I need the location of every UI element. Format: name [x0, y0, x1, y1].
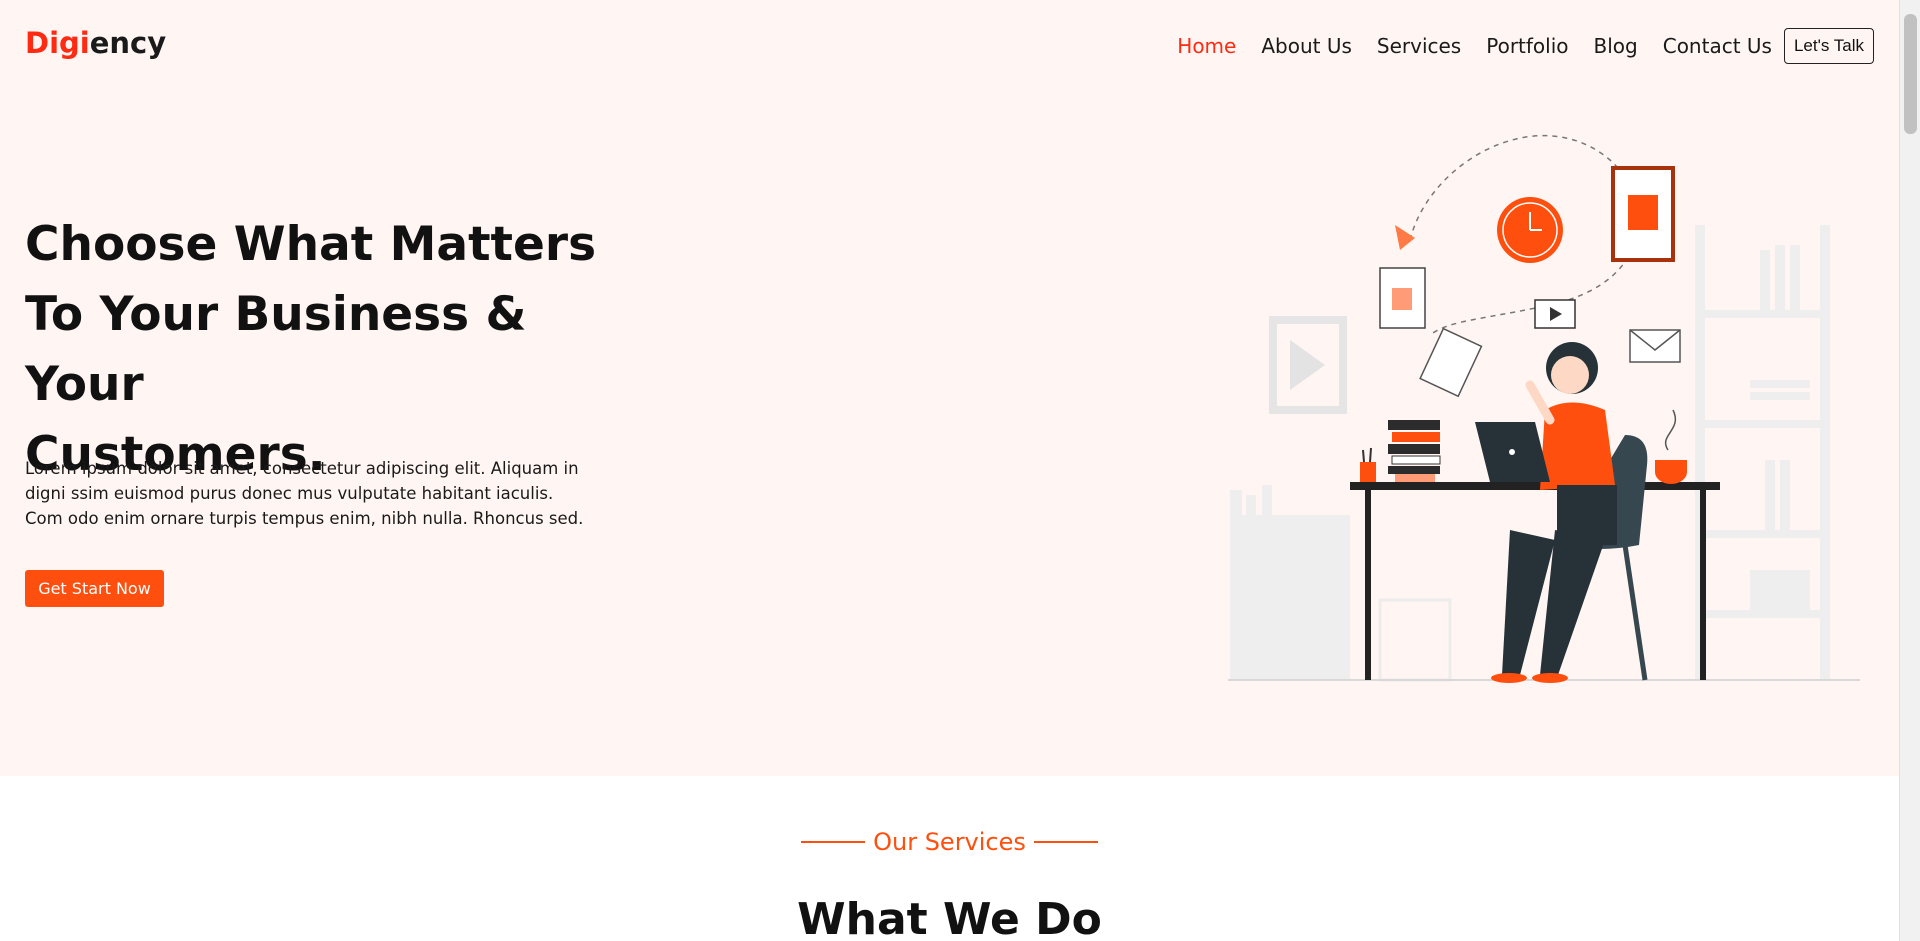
- main-nav: Home About Us Services Portfolio Blog Co…: [1152, 28, 1874, 64]
- logo-part-1: Digi: [25, 26, 90, 60]
- services-title: What We Do: [797, 894, 1102, 941]
- page: Digiency Home About Us Services Portfoli…: [0, 0, 1899, 941]
- hero-headline: Choose What Matters To Your Business & Y…: [25, 210, 625, 490]
- nav-contact-us[interactable]: Contact Us: [1663, 34, 1772, 58]
- logo[interactable]: Digiency: [25, 26, 166, 60]
- nav-portfolio[interactable]: Portfolio: [1486, 34, 1568, 58]
- page-scrollbar[interactable]: [1899, 0, 1920, 941]
- divider-right: [1033, 841, 1098, 843]
- hero-description: Lorem ipsum dolor sit amet, consectetur …: [25, 459, 584, 528]
- nav-services[interactable]: Services: [1377, 34, 1461, 58]
- nav-blog[interactable]: Blog: [1594, 34, 1638, 58]
- services-eyebrow: Our Services: [0, 828, 1899, 856]
- get-start-now-button[interactable]: Get Start Now: [25, 570, 164, 607]
- hero-illustration: [1228, 134, 1860, 683]
- scrollbar-thumb[interactable]: [1904, 14, 1917, 134]
- divider-left: [801, 841, 866, 843]
- logo-part-2: ency: [89, 26, 167, 60]
- lets-talk-button[interactable]: Let's Talk: [1783, 28, 1874, 64]
- hero-headline-line-2: To Your Business & Your: [25, 287, 527, 412]
- nav-about-us[interactable]: About Us: [1261, 34, 1352, 58]
- hero-headline-line-1: Choose What Matters: [25, 217, 597, 272]
- nav-home[interactable]: Home: [1177, 34, 1236, 58]
- services-eyebrow-text: Our Services: [873, 828, 1026, 856]
- hero-section: Digiency Home About Us Services Portfoli…: [0, 0, 1899, 776]
